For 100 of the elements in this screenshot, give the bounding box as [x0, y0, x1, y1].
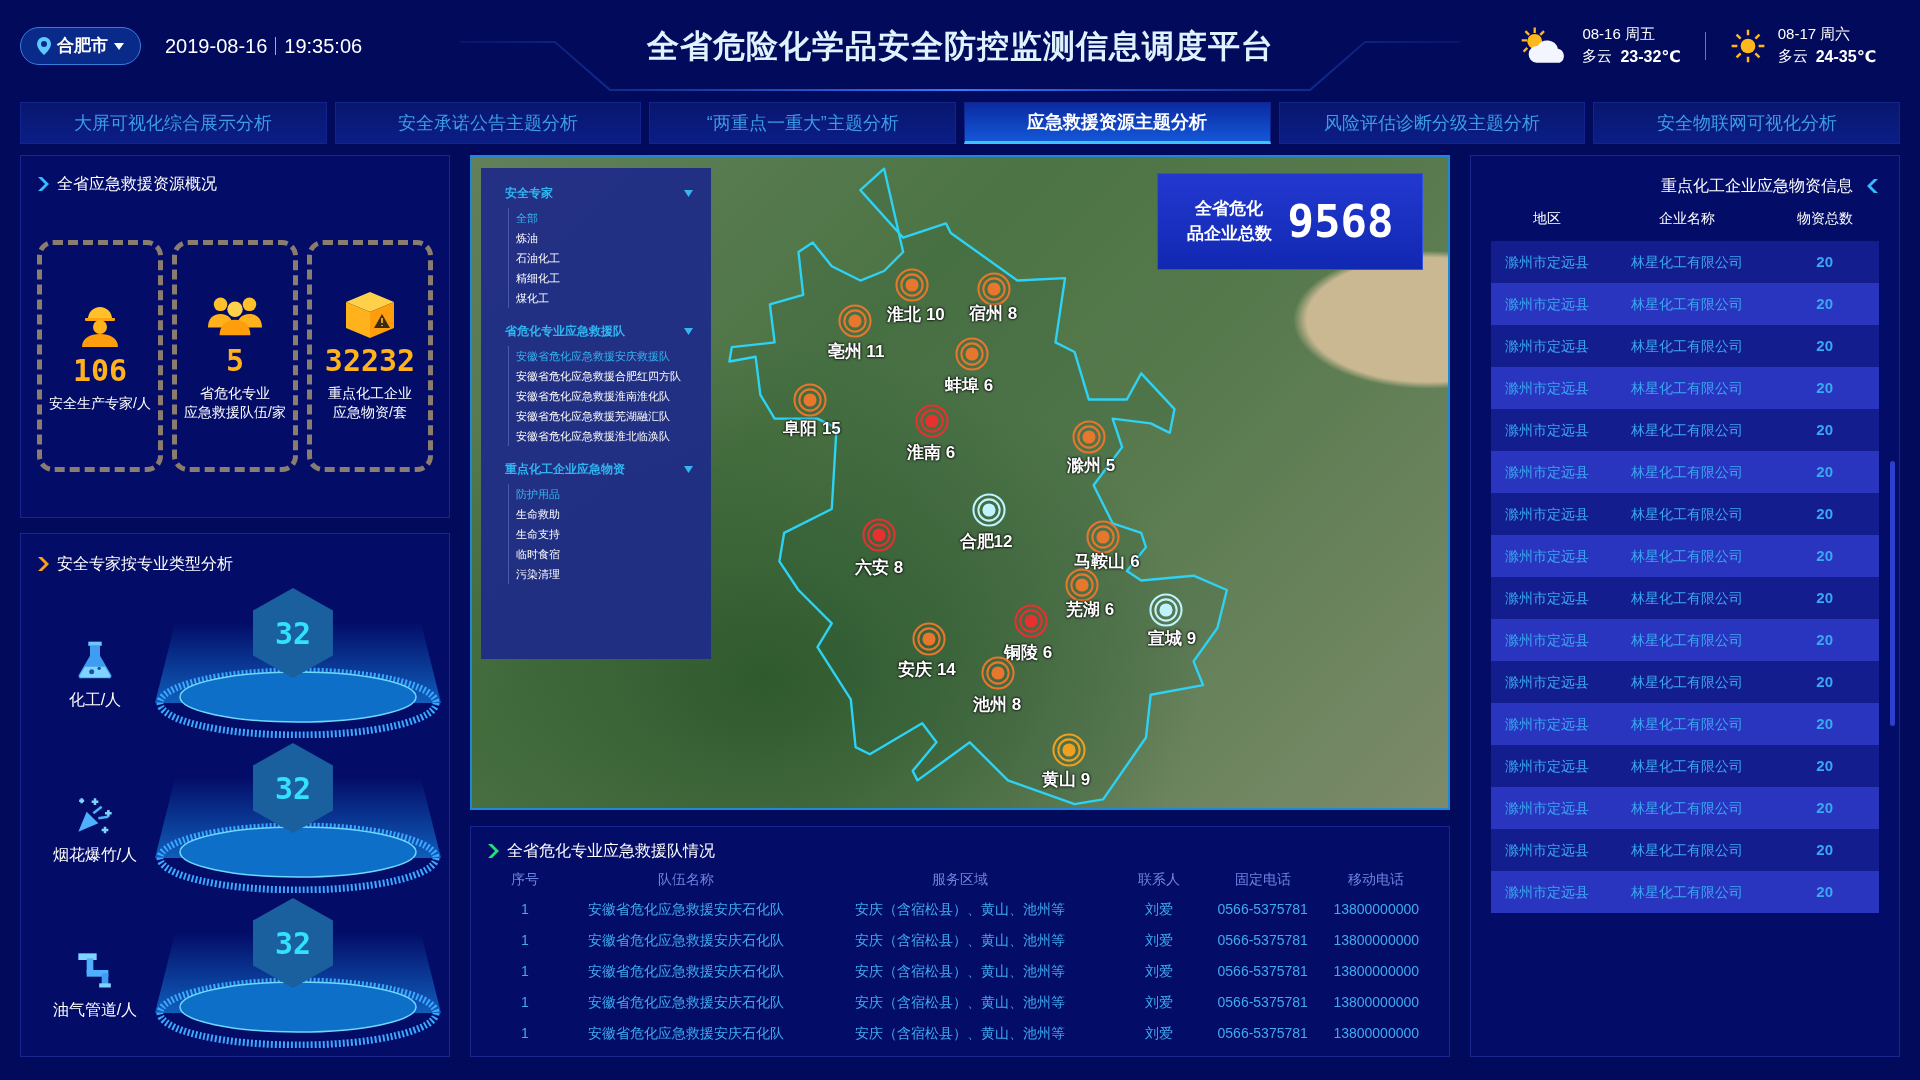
weather-condition: 多云 — [1582, 46, 1613, 67]
table-cell-text: 0566-5375781 — [1216, 993, 1309, 1012]
table-cell: 20 — [1770, 409, 1879, 451]
table-cell: 20 — [1770, 703, 1879, 745]
nav-tab[interactable]: 应急救援资源主题分析 — [964, 102, 1271, 144]
panel-title: 全省危化专业应急救援队情况 — [507, 841, 715, 861]
nav-tab[interactable]: 安全物联网可视化分析 — [1593, 102, 1901, 144]
caret-icon — [114, 42, 124, 50]
menu-item[interactable]: 全部 — [516, 208, 538, 228]
weather-condition: 多云 — [1777, 46, 1808, 67]
chevron-icon — [1867, 179, 1879, 193]
city-label: 宣城 9 — [1147, 628, 1197, 651]
column-header: 企业名称 — [1603, 198, 1771, 241]
table-cell: 20 — [1770, 493, 1879, 535]
page-title: 全省危险化学品安全防控监测信息调度平台 — [645, 27, 1275, 66]
table-cell: 林星化工有限公司 — [1603, 661, 1771, 703]
table-cell: 20 — [1770, 577, 1879, 619]
table-cell: 滁州市定远县 — [1491, 703, 1604, 745]
table-cell-text: 安徽省危化应急救援安庆石化队 — [586, 931, 785, 950]
panel-title: 全省应急救援资源概况 — [57, 174, 217, 194]
table-cell-text: 安徽省危化应急救援安庆石化队 — [586, 962, 785, 981]
city-label: 宿州 8 — [968, 303, 1018, 326]
column-header: 服务区域 — [931, 870, 989, 889]
column-header: 序号 — [509, 870, 540, 889]
table-cell-text: 13800000000 — [1332, 962, 1421, 981]
table-cell-text: 安庆（含宿松县）、黄山、池州等 — [854, 993, 1066, 1012]
menu-item[interactable]: 精细化工 — [516, 268, 560, 288]
menu-item[interactable]: 安徽省危化应急救援淮南淮化队 — [516, 386, 670, 406]
nav-tab[interactable]: 大屏可视化综合展示分析 — [20, 102, 327, 144]
table-cell: 20 — [1770, 829, 1879, 871]
table-cell: 林星化工有限公司 — [1603, 241, 1771, 283]
temperature-range: 23-32℃ — [1620, 47, 1681, 68]
menu-group-title[interactable]: 省危化专业应急救援队 — [505, 322, 625, 340]
menu-item[interactable]: 安徽省危化应急救援淮北临涣队 — [516, 426, 670, 446]
city-label: 芜湖 6 — [1065, 599, 1115, 622]
table-cell-text: 安庆（含宿松县）、黄山、池州等 — [854, 931, 1066, 950]
stat-label: 安全生产专家/人 — [49, 393, 151, 413]
category-label: 化工/人 — [68, 689, 122, 710]
stat-label: 重点化工企业 — [328, 384, 412, 403]
menu-item[interactable]: 石油化工 — [516, 248, 560, 268]
table-cell: 滁州市定远县 — [1491, 745, 1604, 787]
menu-item[interactable]: 炼油 — [516, 228, 538, 248]
table-cell: 林星化工有限公司 — [1603, 493, 1771, 535]
table-cell: 滁州市定远县 — [1491, 451, 1604, 493]
chevron-icon — [487, 844, 499, 858]
table-cell: 林星化工有限公司 — [1603, 871, 1771, 913]
table-cell-text: 1 — [519, 993, 530, 1012]
menu-item[interactable]: 生命支持 — [516, 524, 560, 544]
category-label: 烟花爆竹/人 — [52, 844, 138, 865]
menu-item[interactable]: 安徽省危化应急救援安庆救援队 — [516, 346, 670, 366]
menu-item[interactable]: 防护用品 — [516, 484, 560, 504]
city-label: 淮北 10 — [887, 304, 945, 327]
chevron-icon — [37, 177, 49, 191]
menu-item[interactable]: 生命救助 — [516, 504, 560, 524]
table-cell: 林星化工有限公司 — [1603, 619, 1771, 661]
table-cell-text: 安庆（含宿松县）、黄山、池州等 — [854, 900, 1066, 919]
city-label: 亳州 11 — [827, 341, 885, 364]
sun-icon — [1729, 28, 1766, 64]
warning-box-icon — [343, 290, 397, 339]
nav-tab[interactable]: “两重点一重大”主题分析 — [649, 102, 956, 144]
table-cell-text: 刘爱 — [1143, 962, 1174, 981]
scrollbar[interactable] — [1890, 461, 1895, 726]
table-cell: 滁州市定远县 — [1491, 577, 1604, 619]
total-value: 9568 — [1287, 194, 1394, 249]
table-cell: 滁州市定远县 — [1491, 493, 1604, 535]
table-cell: 滁州市定远县 — [1491, 535, 1604, 577]
table-cell-text: 0566-5375781 — [1216, 900, 1309, 919]
table-cell: 林星化工有限公司 — [1603, 325, 1771, 367]
menu-item[interactable]: 煤化工 — [516, 288, 549, 308]
nav-tab[interactable]: 风险评估诊断分级主题分析 — [1278, 102, 1586, 144]
city-label: 池州 8 — [972, 694, 1022, 717]
table-cell: 20 — [1770, 787, 1879, 829]
menu-group-title[interactable]: 重点化工企业应急物资 — [505, 460, 625, 478]
table-cell: 滁州市定远县 — [1491, 661, 1604, 703]
temperature-range: 24-35℃ — [1815, 47, 1876, 68]
table-cell: 20 — [1770, 871, 1879, 913]
table-cell-text: 1 — [519, 962, 530, 981]
menu-item[interactable]: 安徽省危化应急救援合肥红四方队 — [516, 366, 681, 386]
table-cell-text: 13800000000 — [1332, 931, 1421, 950]
table-cell: 林星化工有限公司 — [1603, 745, 1771, 787]
total-label: 全省危化 — [1195, 197, 1263, 220]
stat-label: 应急物资/套 — [333, 403, 407, 422]
menu-item[interactable]: 污染清理 — [516, 564, 560, 584]
stat-value: 106 — [72, 355, 128, 386]
table-cell-text: 0566-5375781 — [1216, 962, 1309, 981]
table-cell-text: 1 — [519, 931, 530, 950]
menu-group-title[interactable]: 安全专家 — [505, 184, 553, 202]
table-cell-text: 安庆（含宿松县）、黄山、池州等 — [854, 1024, 1066, 1043]
nav-tab[interactable]: 安全承诺公告主题分析 — [334, 102, 642, 144]
table-cell-text: 13800000000 — [1332, 900, 1421, 919]
menu-item[interactable]: 安徽省危化应急救援芜湖融汇队 — [516, 406, 670, 426]
table-cell: 滁州市定远县 — [1491, 409, 1604, 451]
table-cell: 20 — [1770, 283, 1879, 325]
menu-item[interactable]: 临时食宿 — [516, 544, 560, 564]
location-dropdown[interactable]: 合肥市 — [20, 27, 141, 65]
table-cell: 20 — [1770, 451, 1879, 493]
table-cell: 20 — [1770, 745, 1879, 787]
table-cell-text: 安徽省危化应急救援安庆石化队 — [586, 993, 785, 1012]
stat-label: 应急救援队伍/家 — [184, 403, 286, 422]
panel-title: 安全专家按专业类型分析 — [57, 554, 233, 574]
